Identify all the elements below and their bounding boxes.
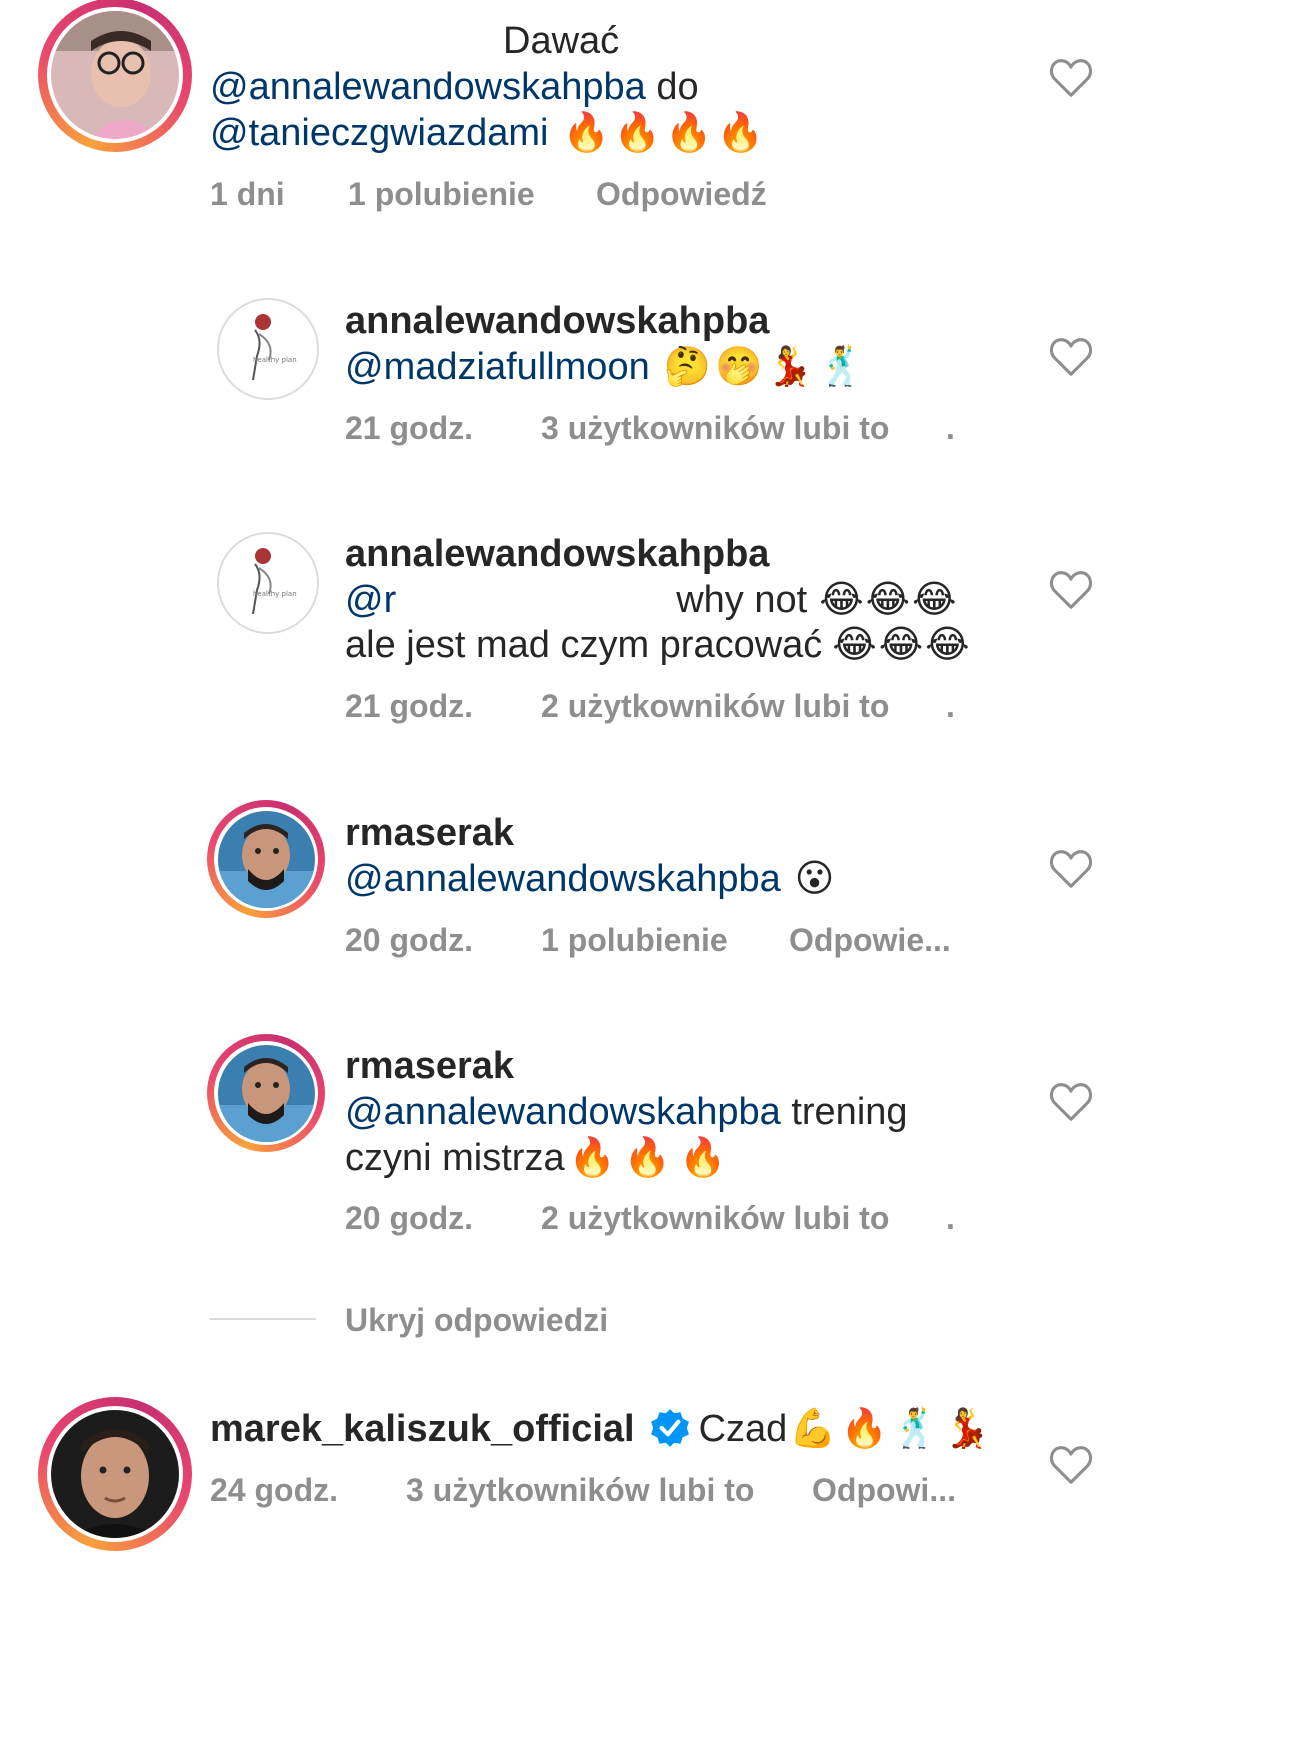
comment-text-line: @r why not 😂😂😂 [345,577,958,623]
comment-time: 24 godz. [210,1472,339,1508]
comment-text: ale jest mad czym pracować [345,624,823,666]
mention-link[interactable]: @annalewandowskahpba [345,858,781,900]
reply-button[interactable]: Odpowiedź [596,174,767,214]
comment-username[interactable]: rmaserak [345,810,514,856]
comment-text-line: @annalewandowskahpba 😮 [345,856,834,902]
avatar-photo [217,1044,315,1142]
heart-outline-icon[interactable] [1049,1082,1093,1122]
laughing-emoji-group: 😂😂😂 [832,624,972,666]
likes-count[interactable]: 2 użytkowników lubi to [541,1198,889,1238]
more-dot[interactable]: . [946,1198,955,1238]
avatar-illustration: healthy plan [219,534,317,632]
likes-count[interactable]: 3 użytkowników lubi to [406,1470,754,1510]
comment-username[interactable]: rmaserak [345,1043,514,1089]
mention-link[interactable]: @annalewandowskahpba [345,1091,781,1133]
comment-text-line: Dawać [503,20,620,62]
heart-outline-icon[interactable] [1049,1445,1093,1485]
comment-text: czyni mistrza [345,1137,565,1179]
svg-text:healthy plan: healthy plan [253,356,297,364]
avatar[interactable]: healthy plan [217,298,319,400]
more-dot[interactable]: . [946,686,955,726]
fire-emoji-group: 🔥🔥🔥🔥 [562,112,768,154]
mention-link[interactable]: @annalewandowskahpba [210,66,646,108]
replies-divider [210,1318,316,1320]
comment-text-line: ale jest mad czym pracować 😂😂😂 [345,622,972,668]
comment-time: 21 godz. [345,410,474,446]
heart-outline-icon[interactable] [1049,849,1093,889]
mention-link[interactable]: @madziafullmoon [345,346,650,388]
comment-text: Czad [698,1408,788,1450]
comment-text-line: @tanieczgwiazdami 🔥🔥🔥🔥 [210,110,768,156]
emoji-group: 💪🔥🕺💃 [789,1408,995,1450]
avatar[interactable]: healthy plan [217,532,319,634]
comment-text-line: czyni mistrza 🔥🔥🔥 [345,1135,735,1181]
redacted-area [396,581,677,622]
comment-time: 21 godz. [345,688,474,724]
avatar-photo [51,11,179,139]
avatar-photo [217,810,315,908]
surprised-emoji: 😮 [794,858,835,900]
comment-text: trening [780,1091,908,1133]
likes-count[interactable]: 1 polubienie [541,920,728,960]
hide-replies-button[interactable]: Ukryj odpowiedzi [345,1300,608,1340]
comment-text-line: @annalewandowskahpba do [210,64,699,110]
comment-time: 20 godz. [345,922,474,958]
comment-text-line: @madziafullmoon 🤔🤭💃🕺 [345,344,869,390]
mention-link[interactable]: @tanieczgwiazdami [210,112,549,154]
likes-count[interactable]: 1 polubienie [348,174,535,214]
avatar-photo [51,1410,179,1538]
avatar[interactable] [207,1034,325,1152]
mention-link[interactable]: @r [345,579,396,621]
emoji-group: 🤔🤭💃🕺 [663,346,869,388]
verified-badge-icon [650,1409,689,1447]
avatar[interactable] [207,800,325,918]
comment-time: 1 dni [210,176,285,212]
comment-text-line: marek_kaliszuk_official Czad💪🔥🕺💃 [210,1406,995,1452]
comment-username[interactable]: marek_kaliszuk_official [210,1408,635,1450]
heart-outline-icon[interactable] [1049,337,1093,377]
comment-time: 20 godz. [345,1200,474,1236]
avatar-illustration: healthy plan [219,300,317,398]
reply-button[interactable]: Odpowi... [812,1470,956,1510]
comment-text: why not [676,579,808,621]
avatar[interactable] [38,0,192,152]
comment-username[interactable]: annalewandowskahpba [345,531,769,577]
svg-text:healthy plan: healthy plan [253,590,297,598]
fire-emoji-group: 🔥🔥🔥 [568,1137,735,1179]
comment-text-line: @annalewandowskahpba trening [345,1089,908,1135]
comment-username[interactable]: annalewandowskahpba [345,298,769,344]
avatar[interactable] [38,1397,192,1551]
likes-count[interactable]: 3 użytkowników lubi to [541,408,889,448]
comment-text: do [645,66,699,108]
heart-outline-icon[interactable] [1049,570,1093,610]
laughing-emoji-group: 😂😂😂 [819,579,959,621]
reply-button[interactable]: Odpowie... [789,920,951,960]
heart-outline-icon[interactable] [1049,58,1093,98]
more-dot[interactable]: . [946,408,955,448]
likes-count[interactable]: 2 użytkowników lubi to [541,686,889,726]
